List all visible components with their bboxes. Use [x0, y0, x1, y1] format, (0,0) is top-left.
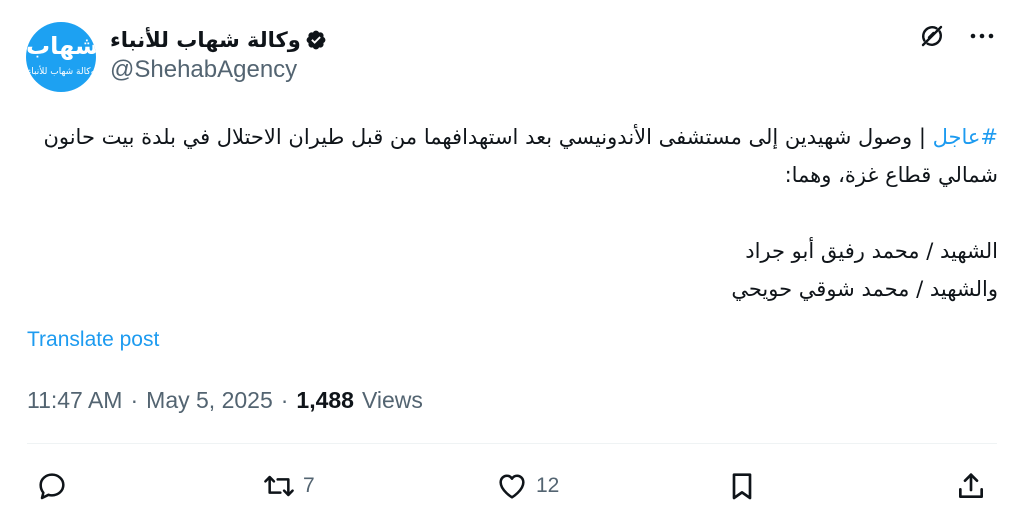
post-date[interactable]: May 5, 2025 — [146, 387, 273, 414]
post-time[interactable]: 11:47 AM — [27, 387, 122, 414]
tweet-line-martyr-2: والشهيد / محمد شوقي حويحي — [731, 277, 998, 301]
avatar[interactable]: شهاب وكالة شهاب للأنباء — [26, 22, 96, 92]
grok-icon[interactable] — [918, 22, 946, 50]
tweet-paragraph: #عاجل | وصول شهيدين إلى مستشفى الأندونيس… — [38, 118, 998, 194]
share-button[interactable] — [955, 470, 987, 502]
author-handle[interactable]: @ShehabAgency — [110, 56, 297, 84]
divider — [27, 443, 997, 444]
share-icon — [959, 473, 983, 498]
top-actions — [918, 22, 996, 50]
retweet-button[interactable]: 7 — [263, 470, 315, 502]
author-name-row: وكالة شهاب للأنباء — [110, 26, 327, 54]
bookmark-button[interactable] — [726, 470, 758, 502]
avatar-logo-text: شهاب — [26, 32, 96, 60]
tweet-meta: 11:47 AM · May 5, 2025 · 1,488 Views — [27, 387, 423, 414]
reply-icon — [39, 473, 65, 500]
tweet-blank-line — [38, 194, 998, 232]
retweet-icon — [264, 475, 294, 497]
action-bar: 7 12 — [0, 470, 1024, 506]
retweet-count: 7 — [303, 474, 315, 497]
translate-post-link[interactable]: Translate post — [27, 328, 159, 352]
tweet-body-text: | وصول شهيدين إلى مستشفى الأندونيسي بعد … — [43, 125, 998, 187]
like-button[interactable]: 12 — [496, 470, 559, 502]
like-count: 12 — [536, 474, 560, 497]
more-icon[interactable] — [968, 22, 996, 50]
tweet-text: #عاجل | وصول شهيدين إلى مستشفى الأندونيس… — [38, 118, 998, 308]
bookmark-icon — [732, 473, 752, 500]
avatar-logo-subtext: وكالة شهاب للأنباء — [27, 67, 95, 77]
views-label: Views — [361, 387, 423, 413]
meta-separator: · — [130, 387, 139, 413]
hashtag-link[interactable]: #عاجل — [933, 125, 998, 149]
verified-badge-icon — [306, 30, 326, 50]
tweet-line-martyr-1: الشهيد / محمد رفيق أبو جراد — [745, 239, 998, 263]
meta-separator: · — [280, 387, 289, 413]
like-icon — [499, 474, 525, 499]
views-count: 1,488 — [296, 387, 354, 413]
reply-button[interactable] — [36, 470, 76, 502]
author-display-name[interactable]: وكالة شهاب للأنباء — [110, 28, 301, 52]
